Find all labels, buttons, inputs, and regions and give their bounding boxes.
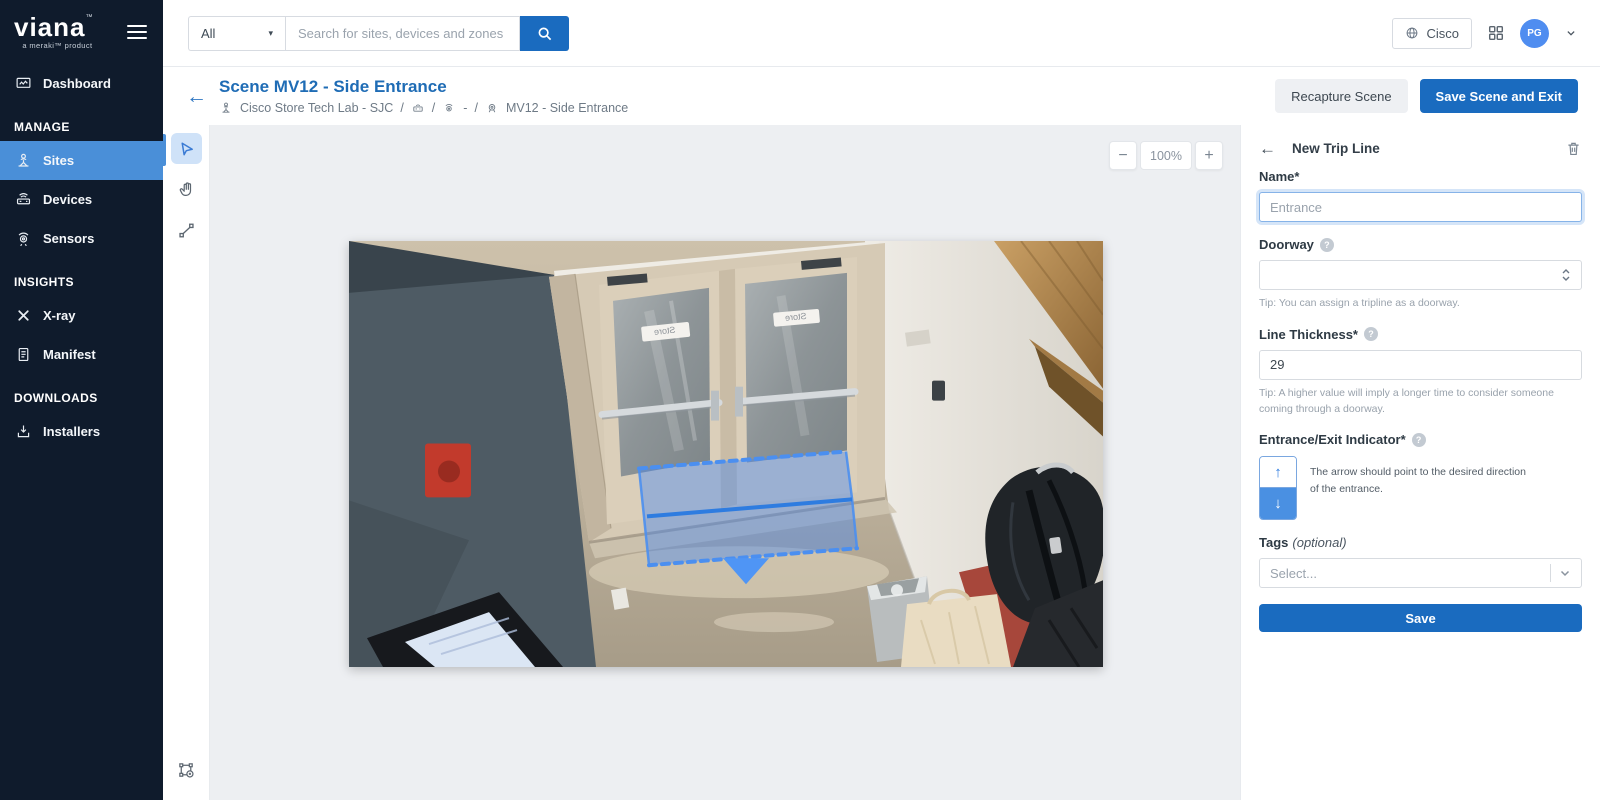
viana-logo: viana™ a meraki™ product [14,14,93,50]
sidebar-item-installers[interactable]: Installers [0,412,163,451]
scene-canvas: − 100% + [210,125,1240,800]
tags-optional-label: (optional) [1292,535,1346,550]
zoom-out-button[interactable]: − [1109,141,1137,170]
caret-down-icon: ▾ [268,28,273,39]
search-group: All ▾ [188,16,569,51]
sensors-icon [15,230,32,247]
line-tool-icon [177,221,196,240]
sidebar-item-xray[interactable]: X-ray [0,296,163,335]
breadcrumb: Cisco Store Tech Lab - SJC / / - / MV12 … [219,101,628,115]
sidebar-item-manifest[interactable]: Manifest [0,335,163,374]
search-input[interactable] [285,16,520,51]
recapture-frame-button[interactable] [171,755,202,786]
active-tool-indicator [163,134,166,166]
tags-chevron-icon [1559,567,1571,579]
sidebar-section-insights: INSIGHTS [0,258,163,296]
devices-icon [15,191,32,208]
apps-grid-icon[interactable] [1487,24,1505,42]
pan-tool-button[interactable] [171,174,202,205]
xray-icon [15,307,32,324]
tags-select[interactable]: Select... [1259,558,1582,588]
save-scene-exit-button[interactable]: Save Scene and Exit [1420,79,1578,113]
camera-scene-image[interactable]: Store Store [349,241,1103,667]
frame-capture-icon [177,761,196,780]
panel-back-arrow-icon[interactable]: ← [1259,140,1276,157]
recapture-scene-button[interactable]: Recapture Scene [1275,79,1407,113]
doorway-help-icon[interactable]: ? [1320,238,1334,252]
direction-toggle: ↑ ↓ [1259,456,1297,520]
sidebar-item-sensors[interactable]: Sensors [0,219,163,258]
globe-icon [1405,26,1419,40]
hand-icon [177,180,196,199]
direction-up-button[interactable]: ↑ [1260,457,1296,488]
search-icon [536,25,553,42]
select-tool-button[interactable] [171,133,202,164]
site-icon [219,101,233,115]
select-divider [1550,564,1551,582]
save-button[interactable]: Save [1259,604,1582,632]
sidebar-item-dashboard[interactable]: Dashboard [0,64,163,103]
thickness-label: Line Thickness* ? [1259,327,1582,342]
camera-icon [485,101,499,115]
page-title: Scene MV12 - Side Entrance [219,77,628,97]
dashboard-icon [15,75,32,92]
doorway-select[interactable] [1259,260,1582,290]
installers-icon [15,423,32,440]
tags-label: Tags (optional) [1259,535,1582,550]
device-icon [411,101,425,115]
sidebar-item-sites[interactable]: Sites [0,141,163,180]
name-input[interactable] [1259,192,1582,222]
zoom-controls: − 100% + [1109,141,1223,170]
sidebar-item-devices[interactable]: Devices [0,180,163,219]
name-label: Name* [1259,169,1582,184]
thickness-input[interactable] [1259,350,1582,380]
search-filter-select[interactable]: All ▾ [188,16,285,51]
menu-toggle-icon[interactable] [127,21,147,43]
indicator-help-icon[interactable]: ? [1412,433,1426,447]
brand-trademark: ™ [86,14,93,21]
tool-palette [163,125,210,800]
chevron-down-icon[interactable] [1564,26,1578,40]
sites-icon [15,152,32,169]
avatar[interactable]: PG [1520,19,1549,48]
direction-down-button[interactable]: ↓ [1260,488,1296,519]
doorway-tip: Tip: You can assign a tripline as a door… [1259,296,1582,312]
org-switcher[interactable]: Cisco [1392,18,1472,49]
search-button[interactable] [520,16,569,51]
thickness-tip: Tip: A higher value will imply a longer … [1259,386,1559,418]
sensor-icon [442,101,456,115]
indicator-label: Entrance/Exit Indicator* ? [1259,432,1582,447]
brand-tagline: a meraki™ product [14,42,93,50]
doorway-label: Doorway ? [1259,237,1582,252]
topbar: All ▾ Cisco PG [163,0,1600,67]
zoom-in-button[interactable]: + [1195,141,1223,170]
back-arrow-icon[interactable]: ← [186,86,207,107]
page-header: ← Scene MV12 - Side Entrance Cisco Store… [163,67,1600,125]
zoom-level: 100% [1140,141,1192,170]
cursor-icon [177,139,196,158]
sidebar-section-manage: MANAGE [0,103,163,141]
thickness-help-icon[interactable]: ? [1364,327,1378,341]
sidebar-section-downloads: DOWNLOADS [0,374,163,412]
indicator-description: The arrow should point to the desired di… [1310,464,1528,520]
svg-text:Store: Store [785,311,807,323]
delete-tripline-icon[interactable] [1565,140,1582,157]
manifest-icon [15,346,32,363]
tripline-tool-button[interactable] [171,215,202,246]
trip-line-panel: ← New Trip Line Name* Doorway ? Tip: You… [1240,125,1600,800]
sidebar: viana™ a meraki™ product Dashboard MANAG… [0,0,163,800]
panel-title: New Trip Line [1292,141,1380,156]
brand-text: viana [14,12,86,42]
spinner-arrows-icon [1561,268,1571,282]
